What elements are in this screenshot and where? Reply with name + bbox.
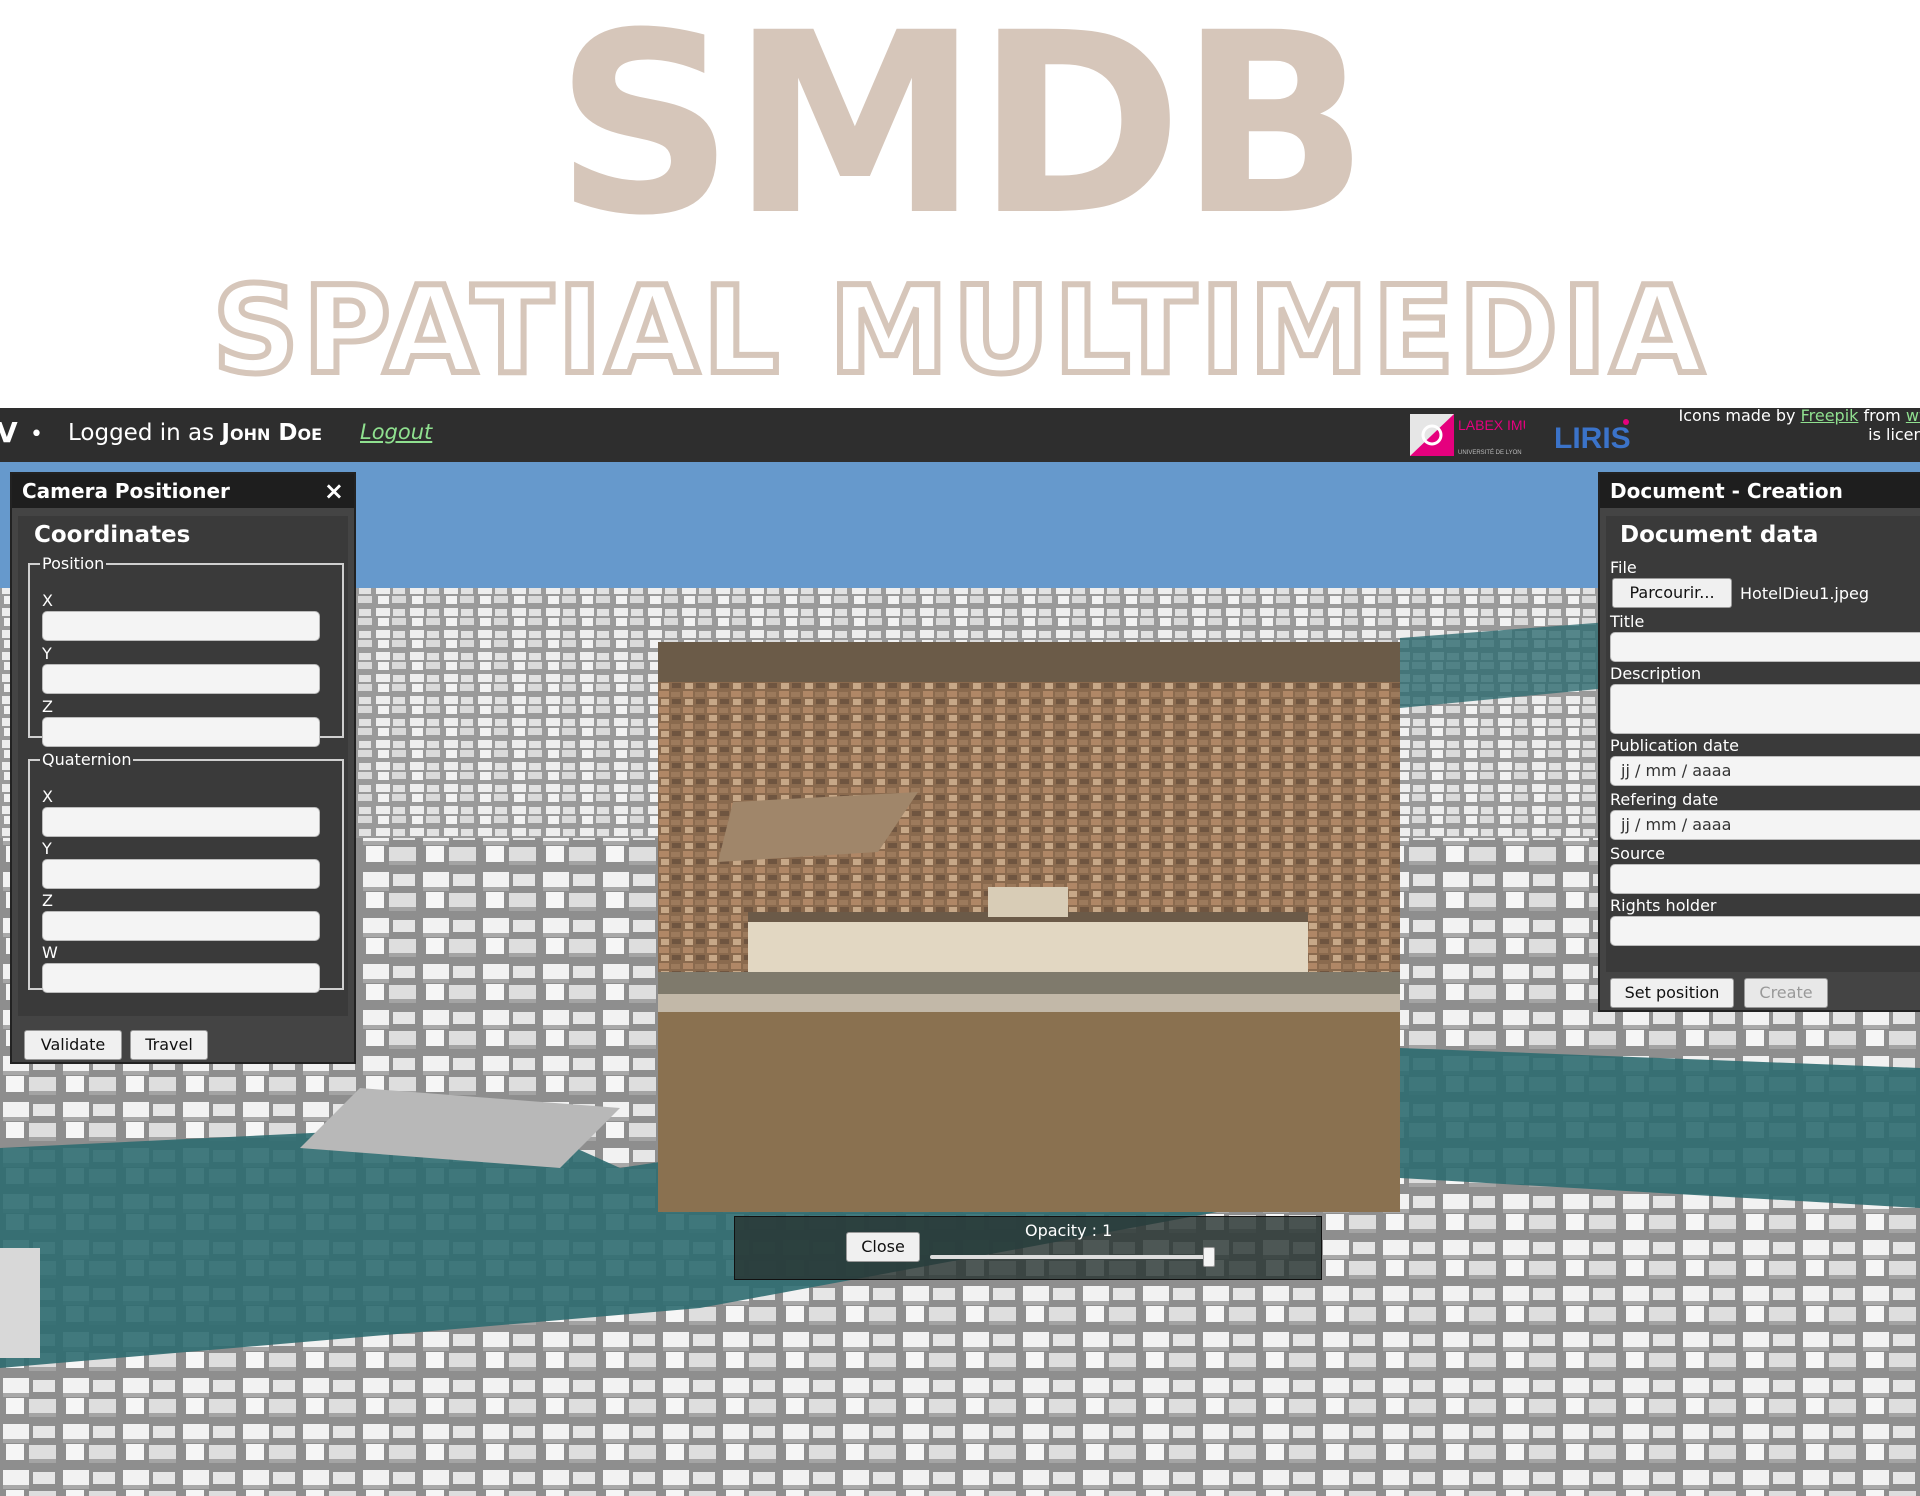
quaternion-fieldset: Quaternion X Y Z W [28, 750, 344, 993]
description-label: Description [1610, 664, 1702, 683]
rights-holder-label: Rights holder [1610, 896, 1717, 915]
position-legend: Position [42, 554, 105, 573]
position-x-label: X [42, 591, 53, 610]
refering-date-label: Refering date [1610, 790, 1719, 809]
quaternion-y-label: Y [42, 839, 52, 858]
position-y-input[interactable] [42, 664, 320, 694]
opacity-slider-handle[interactable] [1203, 1247, 1215, 1267]
brand-glyph: V [0, 416, 18, 449]
quaternion-x-input[interactable] [42, 807, 320, 837]
description-textarea[interactable] [1610, 684, 1920, 734]
position-z-label: Z [42, 697, 53, 716]
quaternion-z-label: Z [42, 891, 53, 910]
liris-text: LIRIS [1554, 422, 1631, 455]
document-data-heading: Document data [1620, 522, 1819, 548]
opacity-label: Opacity : 1 [1025, 1221, 1113, 1240]
create-button[interactable]: Create [1744, 978, 1828, 1008]
set-position-button[interactable]: Set position [1610, 978, 1734, 1008]
credits-license-text: is licens [1868, 425, 1920, 444]
quaternion-x-label: X [42, 787, 53, 806]
labex-sub-text: UNIVERSITÉ DE LYON [1458, 449, 1522, 456]
opacity-slider-track[interactable] [930, 1255, 1210, 1259]
file-label: File [1610, 558, 1637, 577]
document-photo-overlay[interactable] [658, 642, 1400, 1212]
quaternion-z-input[interactable] [42, 911, 320, 941]
publication-date-label: Publication date [1610, 736, 1739, 755]
labex-text: LABEX IMU [1458, 417, 1525, 433]
login-prefix: Logged in as [68, 420, 222, 446]
icon-credits: Icons made by Freepik from ww is licens [1672, 408, 1920, 444]
position-fieldset: Position X Y Z [28, 554, 344, 747]
login-status: Logged in as John Doe [68, 420, 322, 446]
browse-file-button[interactable]: Parcourir... [1612, 578, 1732, 608]
selected-file-name: HotelDieu1.jpeg [1740, 584, 1869, 603]
document-creation-panel: Document - Creation Document data File P… [1598, 472, 1920, 1012]
travel-button[interactable]: Travel [130, 1030, 208, 1060]
document-panel-body: Document data File Parcourir... HotelDie… [1606, 516, 1920, 972]
position-y-label: Y [42, 644, 52, 663]
camera-panel-header: Camera Positioner × [12, 474, 354, 508]
app-viewport[interactable]: V • Logged in as John Doe Logout LABEX I… [0, 408, 1920, 1496]
close-icon[interactable]: × [324, 474, 344, 508]
source-input[interactable] [1610, 864, 1920, 894]
source-label: Source [1610, 844, 1665, 863]
labex-imu-logo: LABEX IMU UNIVERSITÉ DE LYON [1410, 414, 1525, 456]
validate-button[interactable]: Validate [24, 1030, 122, 1060]
coordinates-heading: Coordinates [34, 522, 191, 548]
hero-banner: SMDB SPATIAL MULTIMEDIA [0, 0, 1920, 408]
refering-date-input[interactable]: jj / mm / aaaa [1610, 810, 1920, 840]
document-view-controls: Close Opacity : 1 [734, 1216, 1322, 1280]
title-input[interactable] [1610, 632, 1920, 662]
hero-title: SMDB [554, 0, 1370, 270]
document-panel-title: Document - Creation [1610, 479, 1843, 503]
close-document-button[interactable]: Close [846, 1232, 920, 1262]
source-link[interactable]: ww [1906, 408, 1920, 425]
publication-date-input[interactable]: jj / mm / aaaa [1610, 756, 1920, 786]
credits-text-a: Icons made by [1678, 408, 1801, 425]
quaternion-legend: Quaternion [42, 750, 132, 769]
camera-positioner-panel: Camera Positioner × Coordinates Position… [10, 472, 356, 1064]
camera-panel-body: Coordinates Position X Y Z Quaternion X … [18, 516, 348, 1016]
camera-panel-title: Camera Positioner [22, 479, 230, 503]
title-label: Title [1610, 612, 1645, 631]
separator-dot: • [30, 422, 43, 447]
quaternion-w-input[interactable] [42, 963, 320, 993]
rights-holder-input[interactable] [1610, 916, 1920, 946]
logout-link[interactable]: Logout [360, 420, 432, 444]
position-x-input[interactable] [42, 611, 320, 641]
credits-text-b: from [1858, 408, 1906, 425]
user-name: John Doe [221, 420, 322, 446]
quaternion-w-label: W [42, 943, 58, 962]
document-panel-header: Document - Creation [1600, 474, 1920, 508]
quaternion-y-input[interactable] [42, 859, 320, 889]
hero-subtitle: SPATIAL MULTIMEDIA [209, 259, 1708, 404]
freepik-link[interactable]: Freepik [1801, 408, 1859, 425]
position-z-input[interactable] [42, 717, 320, 747]
liris-logo: LIRIS [1554, 419, 1631, 455]
top-navigation-bar: V • Logged in as John Doe Logout LABEX I… [0, 408, 1920, 462]
